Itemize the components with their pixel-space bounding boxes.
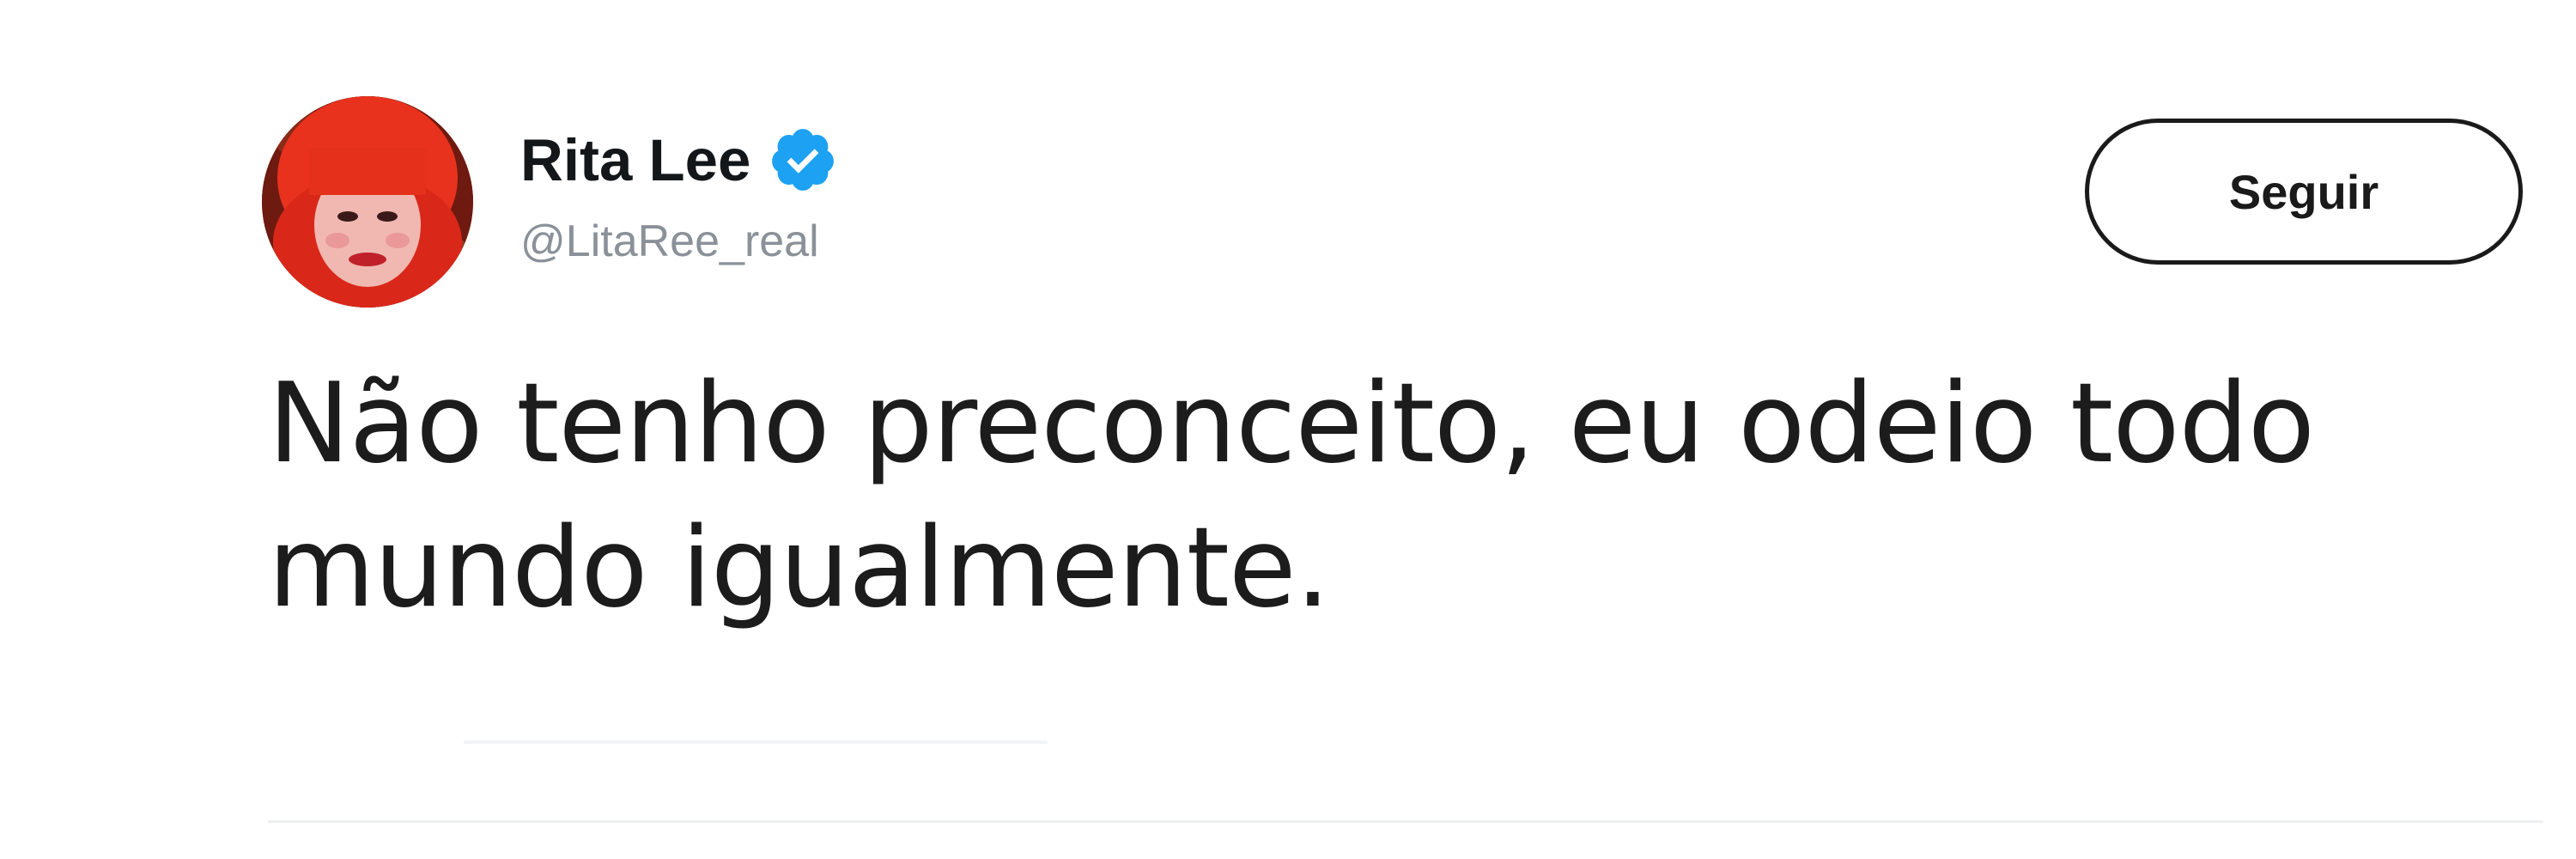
tweet-card: Rita Lee @LitaRee_real Seguir Não tenho … <box>0 0 2576 859</box>
verified-badge-icon <box>768 125 838 195</box>
tweet-text: Não tenho preconceito, eu odeio todo mun… <box>268 360 2315 632</box>
tweet-divider <box>268 820 2543 823</box>
author-display-name[interactable]: Rita Lee <box>520 131 750 190</box>
author-name-row[interactable]: Rita Lee <box>520 119 838 201</box>
faint-divider <box>464 740 1048 744</box>
avatar[interactable] <box>262 96 473 308</box>
follow-button[interactable]: Seguir <box>2085 119 2523 265</box>
avatar-image <box>262 96 473 308</box>
author-handle[interactable]: @LitaRee_real <box>520 219 819 264</box>
